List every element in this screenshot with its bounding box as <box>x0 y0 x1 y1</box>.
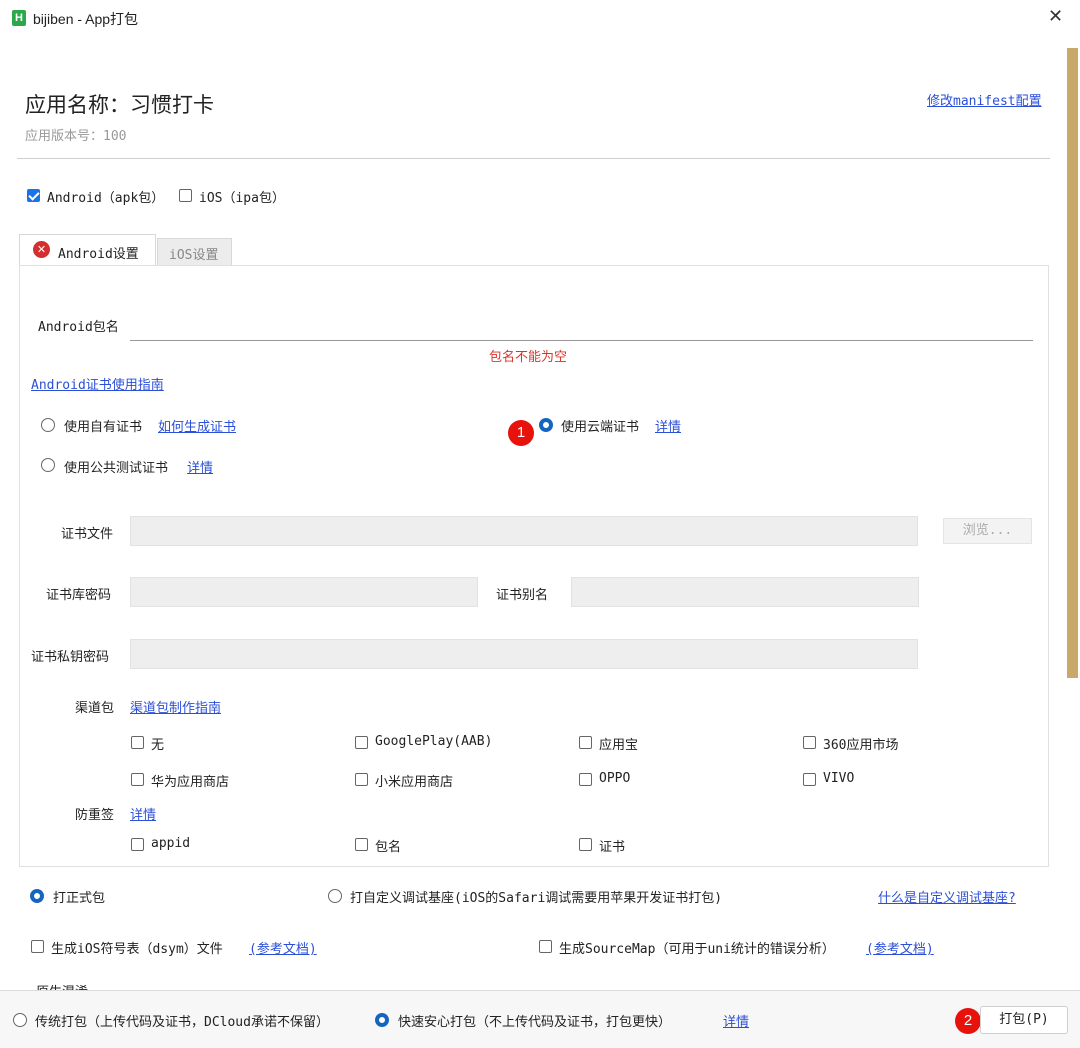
channel-360-checkbox[interactable] <box>803 736 816 749</box>
error-icon: ✕ <box>33 241 50 258</box>
cert-file-label: 证书文件 <box>61 527 114 542</box>
cert-file-input[interactable] <box>130 516 918 546</box>
channel-yingyongbao-label: 应用宝 <box>599 738 639 753</box>
cloud-cert-details-link[interactable]: 详情 <box>655 416 681 435</box>
build-button[interactable]: 打包(P) <box>980 1006 1068 1034</box>
android-platform-label: Android（apk包） <box>47 191 165 206</box>
anti-repack-cert-label: 证书 <box>599 840 626 855</box>
anti-repack-cert-checkbox[interactable] <box>579 838 592 851</box>
release-build-radio[interactable] <box>30 889 44 903</box>
channel-none-checkbox[interactable] <box>131 736 144 749</box>
own-cert-label: 使用自有证书 <box>64 420 143 435</box>
how-to-generate-cert-link[interactable]: 如何生成证书 <box>158 416 236 435</box>
annotation-badge-1: 1 <box>508 420 534 446</box>
channel-yingyongbao-checkbox[interactable] <box>579 736 592 749</box>
native-obfuscation-clip: 原生混淆 <box>0 976 1080 990</box>
channel-guide-link[interactable]: 渠道包制作指南 <box>130 697 221 716</box>
dsym-docs-link[interactable]: (参考文档) <box>249 938 317 957</box>
sourcemap-docs-link[interactable]: (参考文档) <box>866 938 934 957</box>
ios-platform-checkbox[interactable] <box>179 189 192 202</box>
annotation-badge-2: 2 <box>955 1008 981 1034</box>
cloud-cert-label: 使用云端证书 <box>561 420 640 435</box>
private-key-password-label: 证书私钥密码 <box>31 650 110 665</box>
private-key-password-input[interactable] <box>130 639 918 669</box>
anti-repack-package-label: 包名 <box>375 840 402 855</box>
tab-android-settings[interactable]: ✕ Android设置 <box>19 234 156 266</box>
package-name-input[interactable] <box>130 309 1033 341</box>
public-test-cert-label: 使用公共测试证书 <box>64 461 169 476</box>
cert-alias-label: 证书别名 <box>496 588 549 603</box>
ios-platform-label: iOS（ipa包） <box>199 191 285 206</box>
cert-alias-input[interactable] <box>571 577 919 607</box>
fast-build-label: 快速安心打包（不上传代码及证书，打包更快） <box>398 1015 672 1030</box>
custom-base-info-link[interactable]: 什么是自定义调试基座? <box>878 887 1016 906</box>
sourcemap-label: 生成SourceMap（可用于uni统计的错误分析） <box>559 942 835 957</box>
tab-ios-settings[interactable]: iOS设置 <box>157 238 232 266</box>
tab-ios-label: iOS设置 <box>169 248 219 263</box>
app-name-heading: 应用名称：习惯打卡 <box>25 93 214 117</box>
channel-none-label: 无 <box>151 738 165 753</box>
sourcemap-checkbox[interactable] <box>539 940 552 953</box>
channel-vivo-label: VIVO <box>823 771 855 786</box>
header-divider <box>17 158 1050 159</box>
channel-googleplay-checkbox[interactable] <box>355 736 368 749</box>
version-text: 应用版本号：100 <box>25 129 127 144</box>
channel-vivo-checkbox[interactable] <box>803 773 816 786</box>
tab-android-label: Android设置 <box>58 247 139 262</box>
channel-xiaomi-checkbox[interactable] <box>355 773 368 786</box>
close-icon[interactable]: ✕ <box>1048 6 1063 27</box>
anti-repack-package-checkbox[interactable] <box>355 838 368 851</box>
scrollbar-track[interactable] <box>1067 48 1078 678</box>
window-title: bijiben - App打包 <box>33 11 139 27</box>
keystore-password-input[interactable] <box>130 577 478 607</box>
channel-xiaomi-label: 小米应用商店 <box>375 775 454 790</box>
package-name-label: Android包名 <box>38 320 119 335</box>
android-platform-checkbox[interactable] <box>27 189 40 202</box>
manifest-config-link[interactable]: 修改manifest配置 <box>927 90 1042 109</box>
custom-base-radio[interactable] <box>328 889 342 903</box>
channel-huawei-checkbox[interactable] <box>131 773 144 786</box>
traditional-build-label: 传统打包（上传代码及证书，DCloud承诺不保留） <box>35 1015 329 1030</box>
cloud-cert-radio[interactable] <box>539 418 553 432</box>
public-test-cert-details-link[interactable]: 详情 <box>187 457 213 476</box>
dsym-label: 生成iOS符号表（dsym）文件 <box>51 942 223 957</box>
own-cert-radio[interactable] <box>41 418 55 432</box>
package-name-error: 包名不能为空 <box>489 350 568 365</box>
title-bar: H bijiben - App打包 ✕ <box>0 0 1080 36</box>
release-build-label: 打正式包 <box>53 891 106 906</box>
browse-button[interactable]: 浏览... <box>943 518 1032 544</box>
channel-oppo-checkbox[interactable] <box>579 773 592 786</box>
anti-repack-label: 防重签 <box>75 808 115 823</box>
channel-huawei-label: 华为应用商店 <box>151 775 230 790</box>
app-logo-icon: H <box>12 10 26 26</box>
keystore-password-label: 证书库密码 <box>46 588 112 603</box>
channel-label: 渠道包 <box>75 701 115 716</box>
channel-oppo-label: OPPO <box>599 771 631 786</box>
footer-bar: 传统打包（上传代码及证书，DCloud承诺不保留） 快速安心打包（不上传代码及证… <box>0 990 1080 1048</box>
dsym-checkbox[interactable] <box>31 940 44 953</box>
cert-guide-link[interactable]: Android证书使用指南 <box>31 374 164 393</box>
anti-repack-appid-checkbox[interactable] <box>131 838 144 851</box>
native-obfuscation-label: 原生混淆 <box>36 981 88 990</box>
anti-repack-appid-label: appid <box>151 836 191 851</box>
channel-360-label: 360应用市场 <box>823 738 899 753</box>
channel-googleplay-label: GooglePlay(AAB) <box>375 734 493 749</box>
anti-repack-details-link[interactable]: 详情 <box>130 804 156 823</box>
public-test-cert-radio[interactable] <box>41 458 55 472</box>
footer-details-link[interactable]: 详情 <box>723 1011 749 1030</box>
fast-build-radio[interactable] <box>375 1013 389 1027</box>
traditional-build-radio[interactable] <box>13 1013 27 1027</box>
custom-base-label: 打自定义调试基座(iOS的Safari调试需要用苹果开发证书打包) <box>350 891 723 906</box>
